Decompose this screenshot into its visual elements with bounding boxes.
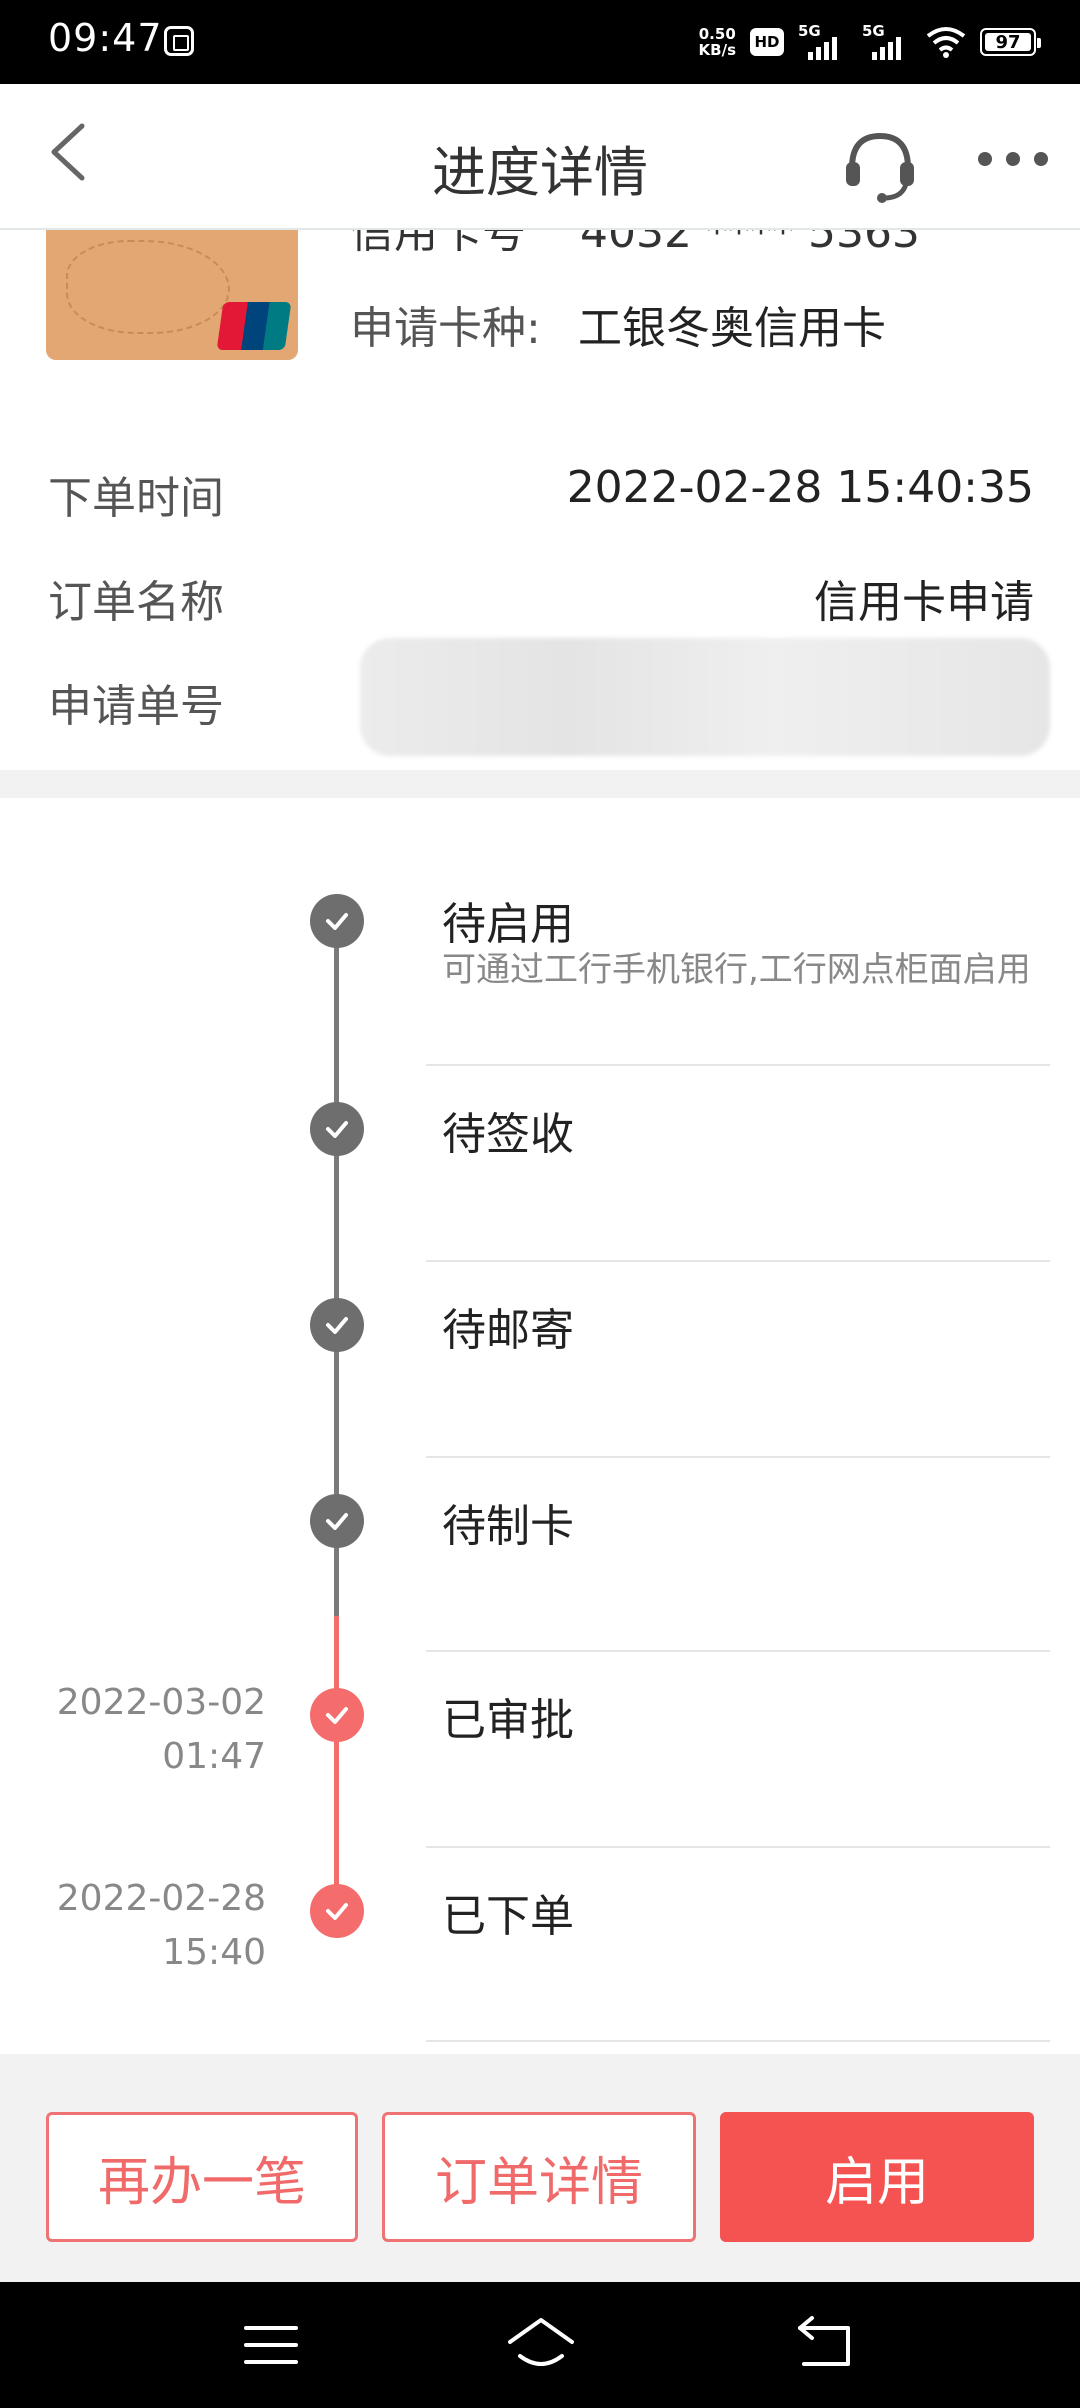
step-date: 2022-02-28 15:40 [26,1872,266,1980]
action-bar: 再办一笔 订单详情 启用 [0,2054,1080,2282]
step-title: 已审批 [442,1695,574,1746]
step-check-icon [310,1688,364,1742]
step-title: 待启用 [442,899,574,950]
timeline-line-done [334,1616,339,1916]
step-date-day: 2022-02-28 [56,1878,266,1919]
step-divider [426,2040,1050,2042]
application-number-label: 申请单号 [48,681,224,732]
step-check-icon [310,1102,364,1156]
wifi-icon [926,27,966,58]
hd-icon: HD [750,28,784,56]
step-check-icon [310,1884,364,1938]
card-number-value: 4032 **** 5363 [580,230,920,258]
menu-icon[interactable] [236,2312,306,2378]
step-date-day: 2022-03-02 [56,1682,266,1723]
customer-service-headset-icon[interactable] [840,124,920,204]
signal-sim1-icon: 5G [798,22,848,60]
system-nav-bar [0,2282,1080,2408]
network-speed-value: 0.50 [698,25,736,43]
step-date-time: 15:40 [162,1932,266,1973]
step-check-icon [310,1494,364,1548]
network-speed: 0.50 KB/s [699,26,736,58]
card-number-row: 信用卡号 4032 **** 5363 [350,230,920,260]
step-divider [426,1846,1050,1848]
back-icon[interactable] [790,2312,860,2378]
step-title: 已下单 [442,1891,574,1942]
step-divider [426,1650,1050,1652]
step-check-icon [310,894,364,948]
step-check-icon [310,1298,364,1352]
unionpay-logo [216,302,292,350]
step-title: 待签收 [442,1109,574,1160]
order-time-value: 2022-02-28 15:40:35 [566,462,1034,513]
step-date: 2022-03-02 01:47 [26,1676,266,1784]
order-name-value: 信用卡申请 [814,577,1034,628]
signal-sim2-icon: 5G [862,22,912,60]
order-time-label: 下单时间 [48,473,224,524]
network-speed-unit: KB/s [698,41,736,59]
home-icon[interactable] [506,2312,576,2378]
battery-level: 97 [995,31,1021,53]
application-number-redacted [360,638,1050,756]
card-info-section: 信用卡号 4032 **** 5363 申请卡种: 工银冬奥信用卡 下单时间 2… [0,230,1080,770]
step-title: 待制卡 [442,1501,574,1552]
card-type-label: 申请卡种: [350,303,541,354]
apply-again-button[interactable]: 再办一笔 [46,2112,358,2242]
step-divider [426,1064,1050,1066]
card-type-value: 工银冬奥信用卡 [578,303,886,354]
status-icons: 0.50 KB/s HD 5G 5G 97 [699,22,1041,62]
progress-timeline: 待启用 可通过工行手机银行,工行网点柜面启用 待签收 待邮寄 待制卡 2022-… [0,798,1080,2054]
step-description: 可通过工行手机银行,工行网点柜面启用 [442,950,1031,990]
notification-app-icon [164,26,194,56]
activate-button[interactable]: 启用 [720,2112,1034,2242]
order-name-label: 订单名称 [48,577,224,628]
step-divider [426,1260,1050,1262]
step-title: 待邮寄 [442,1305,574,1356]
order-detail-button[interactable]: 订单详情 [382,2112,696,2242]
status-bar: 09:47 0.50 KB/s HD 5G 5G 97 [0,0,1080,84]
app-header: 进度详情 [0,84,1080,230]
battery-icon: 97 [980,28,1041,56]
card-image [46,230,298,360]
more-dots-icon[interactable] [978,144,1048,174]
card-number-label: 信用卡号 [350,230,526,258]
step-date-time: 01:47 [162,1736,266,1777]
step-divider [426,1456,1050,1458]
status-time: 09:47 [48,16,163,60]
